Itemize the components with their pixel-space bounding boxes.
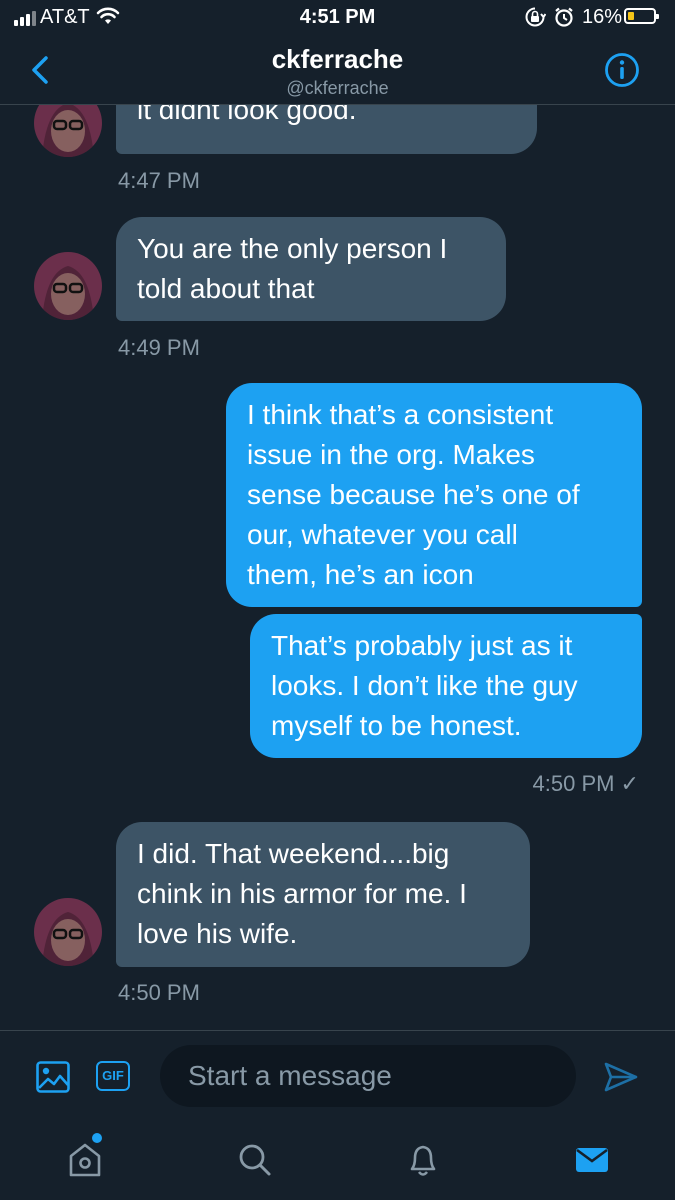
tab-search[interactable] xyxy=(229,1134,279,1184)
image-icon xyxy=(36,1061,70,1093)
message-input[interactable] xyxy=(160,1045,576,1107)
message-timestamp: 4:50 PM xyxy=(118,980,200,1005)
tab-bar xyxy=(0,1122,675,1200)
notification-dot xyxy=(92,1133,102,1143)
send-icon xyxy=(604,1062,638,1092)
tab-notifications[interactable] xyxy=(398,1134,448,1184)
message-text: love his wife. xyxy=(137,918,298,949)
message-text: them, he’s an icon xyxy=(247,559,474,590)
message-composer: GIF xyxy=(0,1030,675,1123)
alarm-icon xyxy=(555,7,573,27)
message-text: myself to be honest. xyxy=(271,710,522,741)
message-text: it didnt look good. xyxy=(137,105,357,125)
message-bubble-outgoing[interactable]: I think that’s a consistent issue in the… xyxy=(226,383,642,607)
gif-button[interactable]: GIF xyxy=(96,1061,130,1091)
tab-home[interactable] xyxy=(60,1134,110,1184)
message-bubble-incoming[interactable]: I did. That weekend....big chink in his … xyxy=(116,822,530,967)
conversation-title[interactable]: ckferrache xyxy=(0,44,675,75)
home-icon xyxy=(69,1143,101,1177)
message-bubble-outgoing[interactable]: That’s probably just as it looks. I don’… xyxy=(250,614,642,758)
rotation-lock-icon xyxy=(525,7,546,27)
notifications-icon xyxy=(410,1145,436,1176)
image-button[interactable] xyxy=(36,1061,70,1098)
avatar[interactable] xyxy=(34,105,102,157)
message-thread[interactable]: it didnt look good. 4:47 PM You are the … xyxy=(0,105,675,1030)
message-text: I did. That weekend....big xyxy=(137,838,450,869)
tab-messages[interactable] xyxy=(567,1134,617,1184)
message-text: chink in his armor for me. I xyxy=(137,878,467,909)
message-text: our, whatever you call xyxy=(247,519,518,550)
message-text: I think that’s a consistent xyxy=(247,399,554,430)
message-text: sense because he’s one of xyxy=(247,479,580,510)
info-icon xyxy=(605,53,639,87)
message-text: You are the only person I xyxy=(137,233,448,264)
message-text: That’s probably just as it xyxy=(271,630,573,661)
battery-icon xyxy=(624,8,659,24)
search-icon xyxy=(239,1144,271,1176)
battery-percent: 16% xyxy=(582,6,623,28)
info-button[interactable] xyxy=(604,52,640,88)
message-text: told about that xyxy=(137,273,315,304)
status-bar: AT&T 4:51 PM 16% xyxy=(0,0,675,36)
message-timestamp: 4:49 PM xyxy=(118,335,200,360)
conversation-header: ckferrache @ckferrache xyxy=(0,36,675,105)
conversation-handle: @ckferrache xyxy=(286,78,389,98)
avatar[interactable] xyxy=(34,898,102,966)
messages-icon xyxy=(576,1148,608,1172)
message-text: looks. I don’t like the guy xyxy=(271,670,578,701)
message-timestamp: 4:50 PM ✓ xyxy=(532,771,639,796)
avatar[interactable] xyxy=(34,252,102,320)
message-bubble-incoming[interactable]: it didnt look good. xyxy=(116,105,537,154)
message-bubble-incoming[interactable]: You are the only person I told about tha… xyxy=(116,217,506,321)
message-timestamp: 4:47 PM xyxy=(118,168,200,193)
send-button[interactable] xyxy=(603,1061,639,1098)
message-text: issue in the org. Makes xyxy=(247,439,535,470)
